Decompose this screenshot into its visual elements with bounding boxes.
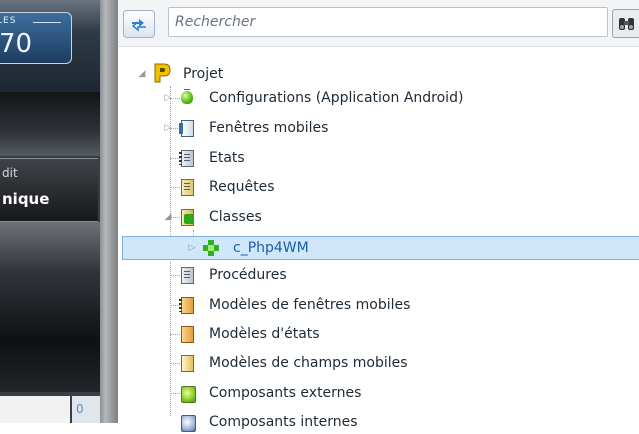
tree-item-composants-internes[interactable]: Composants internes: [162, 410, 358, 434]
tree-item-label: Composants internes: [209, 414, 358, 430]
tree-item-modeles-fenetres[interactable]: Modèles de fenêtres mobiles: [162, 293, 410, 317]
tree-item-configurations[interactable]: ▷ Configurations (Application Android): [162, 86, 463, 110]
tree-item-etats[interactable]: Etats: [162, 146, 245, 170]
tree-item-label: Etats: [209, 150, 245, 166]
explorer-toolbar: [118, 0, 639, 47]
class-icon: [202, 239, 220, 257]
left-bottom-field[interactable]: [0, 396, 70, 423]
tree-item-modeles-champs[interactable]: Modèles de champs mobiles: [162, 351, 408, 375]
tree-root-label: Projet: [183, 66, 224, 82]
tree-item-label: Configurations (Application Android): [209, 90, 464, 106]
project-explorer: ◢ Projet ▷ Configurations (Application A…: [118, 0, 639, 432]
sync-button[interactable]: [123, 10, 155, 38]
left-panel: LES 70 dit nique 0: [0, 0, 100, 423]
collapsed-triangle-icon[interactable]: ▷: [162, 92, 174, 104]
tree-item-fenetres-mobiles[interactable]: ▷ Fenêtres mobiles: [162, 116, 328, 140]
control-template-icon: [178, 354, 196, 372]
tree-root-projet[interactable]: ◢ Projet: [136, 62, 223, 86]
counter-box-label: LES: [0, 16, 17, 26]
left-bottom-text: 0: [76, 402, 84, 416]
tree-item-label: Composants externes: [209, 385, 362, 401]
tree-item-classes[interactable]: ◢ Classes: [162, 205, 262, 229]
left-band: [0, 92, 100, 156]
tree-item-label: Requêtes: [209, 179, 275, 195]
tree-item-label: Procédures: [209, 267, 287, 283]
mobile-window-icon: [178, 119, 196, 137]
external-component-icon: [178, 384, 196, 403]
binoculars-icon: [619, 18, 634, 30]
tree-item-requetes[interactable]: Requêtes: [162, 175, 274, 199]
android-icon: [178, 89, 196, 107]
classes-icon: [178, 208, 196, 226]
counter-box: LES 70: [0, 12, 72, 64]
collapsed-triangle-icon[interactable]: ▷: [186, 242, 198, 254]
report-icon: [178, 149, 196, 167]
tree-item-label: Modèles de fenêtres mobiles: [209, 297, 411, 313]
left-button-line1: dit: [2, 166, 18, 180]
tree-item-procedures[interactable]: Procédures: [162, 263, 287, 287]
project-p-icon: [152, 63, 171, 83]
counter-box-value: 70: [0, 29, 33, 59]
left-bottom-cell: 0: [72, 396, 100, 423]
tree-item-composants-externes[interactable]: Composants externes: [162, 381, 361, 405]
procedures-icon: [178, 266, 196, 284]
tree-item-c-php4wm[interactable]: ▷ c_Php4WM: [186, 236, 309, 260]
sync-arrows-icon: [131, 19, 146, 32]
tree-item-label: Modèles de champs mobiles: [209, 355, 408, 371]
collapsed-triangle-icon[interactable]: ▷: [162, 122, 174, 134]
search-box[interactable]: [168, 7, 608, 37]
left-button-line2: nique: [2, 190, 50, 208]
expanded-triangle-icon[interactable]: ◢: [162, 211, 174, 223]
tree-item-modeles-etats[interactable]: Modèles d'états: [162, 322, 320, 346]
project-tree: ◢ Projet ▷ Configurations (Application A…: [118, 54, 639, 432]
find-button[interactable]: [612, 9, 639, 38]
left-action-button[interactable]: dit nique: [0, 158, 98, 222]
left-lower-area: [0, 222, 100, 392]
tree-item-label: c_Php4WM: [233, 240, 309, 256]
search-input[interactable]: [169, 8, 601, 36]
tree-item-label: Modèles d'états: [209, 326, 320, 342]
internal-component-icon: [178, 413, 196, 432]
report-template-icon: [178, 325, 196, 343]
tree-item-label: Fenêtres mobiles: [209, 120, 329, 136]
panel-splitter[interactable]: [100, 0, 118, 423]
query-icon: [178, 178, 196, 196]
window-template-icon: [178, 296, 196, 314]
tree-item-label: Classes: [209, 209, 262, 225]
expanded-triangle-icon[interactable]: ◢: [136, 68, 148, 80]
